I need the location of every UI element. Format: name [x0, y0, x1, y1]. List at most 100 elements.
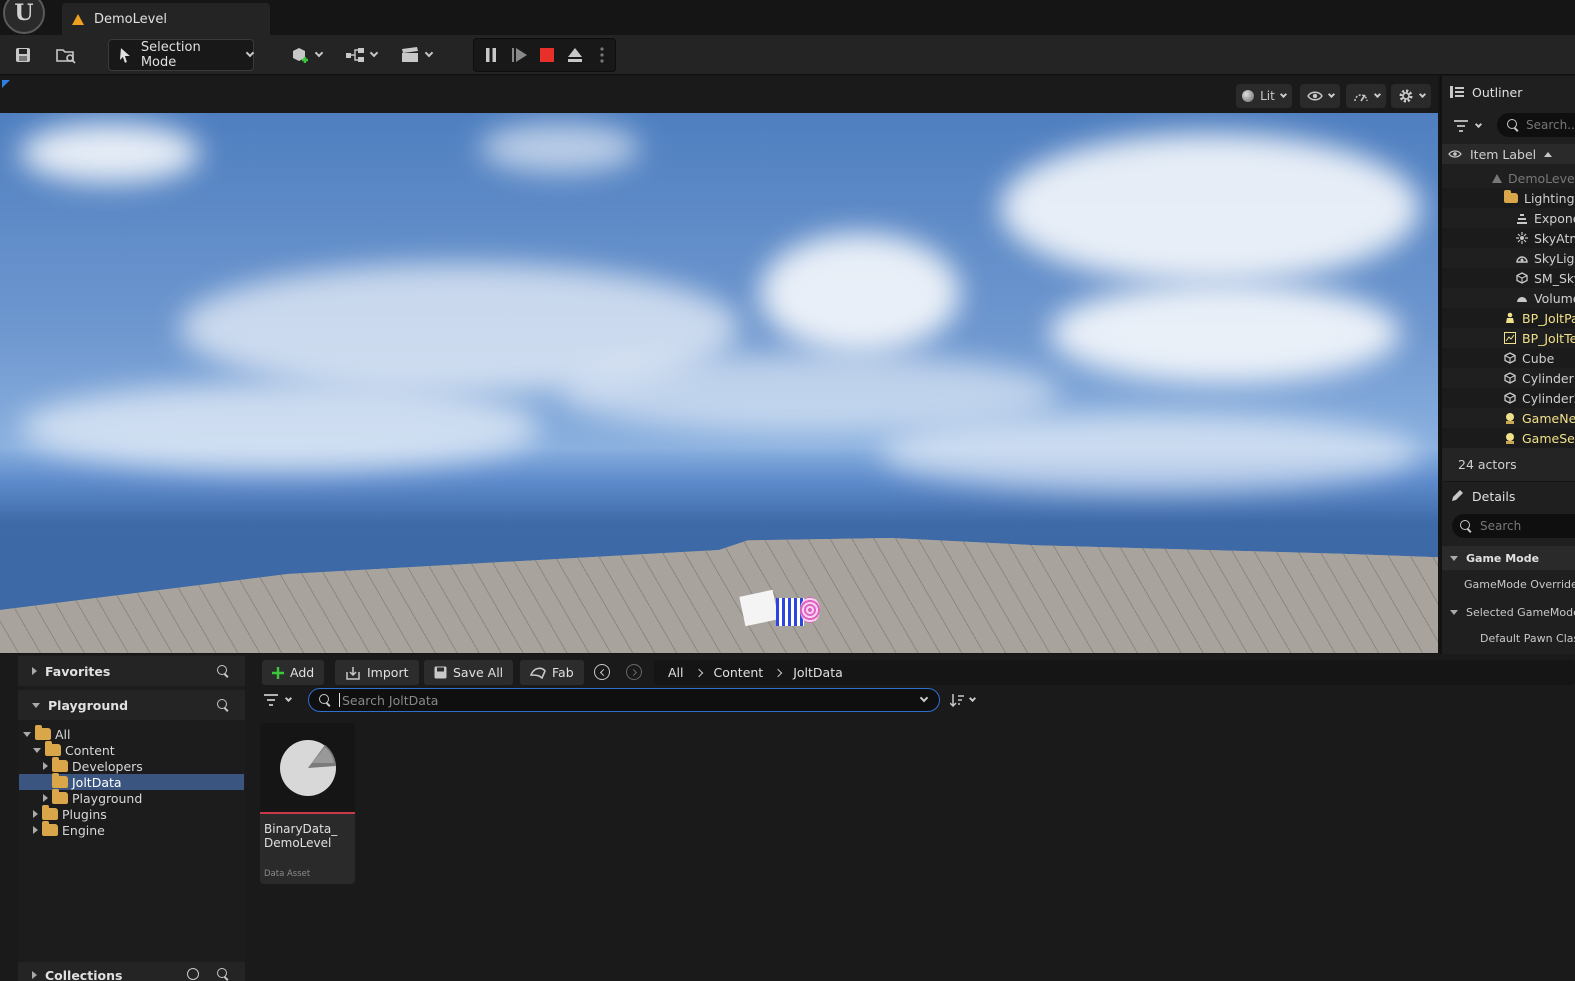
fab-button[interactable]: Fab	[520, 660, 584, 685]
folder-icon	[52, 789, 68, 804]
game-mode-section[interactable]: Game Mode	[1442, 546, 1575, 570]
favorites-section[interactable]: Favorites	[18, 656, 245, 686]
tree-item-playground[interactable]: Playground	[19, 789, 244, 806]
blueprint-button[interactable]	[342, 40, 380, 70]
cloud-shape	[20, 123, 200, 183]
history-back-icon[interactable]	[594, 664, 610, 680]
lit-view-mode-button[interactable]: Lit	[1236, 84, 1292, 108]
chevron-down-icon	[284, 694, 293, 702]
cloud-shape	[1050, 283, 1400, 383]
breadcrumb-all[interactable]: All	[668, 665, 684, 680]
selected-gamemode-section[interactable]: Selected GameMode	[1442, 600, 1575, 624]
pause-button[interactable]	[481, 40, 501, 70]
tree-item-engine[interactable]: Engine	[19, 821, 244, 838]
blueprint-icon	[346, 48, 364, 62]
add-button[interactable]: Add	[262, 660, 325, 685]
frame-skip-button[interactable]	[509, 40, 531, 70]
show-flags-button[interactable]	[1300, 84, 1340, 108]
outliner-search-input[interactable]: Search...	[1497, 113, 1575, 137]
eject-icon	[568, 48, 582, 62]
outliner-row[interactable]: GameSession	[1442, 428, 1575, 448]
cloud-shape	[880, 413, 1420, 493]
outliner-row[interactable]: Cylinder2	[1442, 388, 1575, 408]
pawn-wheel	[800, 597, 820, 623]
tree-item-all[interactable]: All	[19, 725, 244, 742]
skylight-icon	[1516, 256, 1528, 263]
cb-filter-button[interactable]	[264, 690, 298, 710]
lit-label: Lit	[1260, 89, 1275, 103]
outliner-row[interactable]: BP_JoltTerrain	[1442, 328, 1575, 348]
chevron-right-icon[interactable]	[773, 668, 783, 677]
details-search-input[interactable]: Search	[1452, 514, 1575, 538]
outliner-row[interactable]: ExponentialHeightFog	[1442, 208, 1575, 228]
save-all-button[interactable]: Save All	[424, 660, 514, 685]
content-search-input[interactable]: Search JoltData	[308, 688, 940, 712]
save-icon[interactable]	[10, 40, 36, 70]
breadcrumb: All Content JoltData	[654, 660, 1575, 685]
filter-icon	[264, 694, 278, 706]
asset-tile[interactable]: BinaryData_ DemoLevel Data Asset	[260, 723, 355, 884]
details-search-placeholder: Search	[1480, 519, 1522, 533]
cinematics-button[interactable]	[397, 40, 435, 70]
outliner-row[interactable]: GameNetworkManager	[1442, 408, 1575, 428]
search-icon[interactable]	[217, 665, 229, 677]
outliner-row[interactable]: SkyLight	[1442, 248, 1575, 268]
outliner-row[interactable]: Cube	[1442, 348, 1575, 368]
gamemode-override-label: GameMode Override	[1464, 577, 1575, 591]
viewport-header	[0, 76, 1438, 113]
playground-section[interactable]: Playground	[18, 690, 245, 720]
search-icon[interactable]	[217, 699, 229, 711]
breadcrumb-joltdata[interactable]: JoltData	[793, 665, 843, 680]
sort-ascending-icon	[1544, 151, 1553, 157]
folder-icon	[1504, 190, 1518, 203]
terrain-mesh	[0, 538, 1438, 653]
outliner-row[interactable]: VolumetricCloud	[1442, 288, 1575, 308]
outliner-row[interactable]: DemoLevel	[1442, 168, 1575, 188]
tree-item-plugins[interactable]: Plugins	[19, 805, 244, 822]
outliner-row[interactable]: SM_SkySphere	[1442, 268, 1575, 288]
stop-button[interactable]	[537, 40, 557, 70]
viewport-settings-button[interactable]	[1391, 84, 1431, 108]
tree-item-developers[interactable]: Developers	[19, 757, 244, 774]
performance-button[interactable]	[1346, 84, 1386, 108]
level-tab[interactable]: DemoLevel	[62, 3, 270, 35]
add-collection-icon[interactable]	[187, 968, 199, 980]
outliner-row[interactable]: BP_JoltPawn	[1442, 308, 1575, 328]
expand-arrow-icon	[43, 762, 48, 770]
sort-button[interactable]	[950, 690, 984, 710]
chevron-down-icon[interactable]	[919, 693, 929, 703]
viewport-corner-icon[interactable]	[2, 80, 10, 88]
pencil-icon	[1452, 490, 1463, 501]
outliner-row[interactable]: Cylinder	[1442, 368, 1575, 388]
outliner-row[interactable]: Lighting	[1442, 188, 1575, 208]
fog-icon	[1517, 214, 1527, 224]
eye-icon	[1448, 150, 1462, 158]
outliner-row[interactable]: SkyAtmosphere	[1442, 228, 1575, 248]
cloud-shape	[20, 383, 540, 473]
asset-thumbnail	[260, 723, 355, 813]
breadcrumb-content[interactable]: Content	[714, 665, 764, 680]
browse-content-icon[interactable]	[52, 40, 80, 70]
gear-icon	[1399, 89, 1412, 103]
chevron-down-icon	[1418, 90, 1426, 98]
search-icon	[1507, 119, 1519, 131]
level-viewport[interactable]	[0, 113, 1438, 653]
tree-item-joltdata[interactable]: JoltData	[19, 773, 244, 790]
search-icon[interactable]	[217, 968, 229, 980]
chevron-right-icon[interactable]	[694, 668, 703, 677]
mesh-icon	[1504, 372, 1516, 384]
expand-arrow-icon	[33, 826, 38, 834]
history-forward-icon[interactable]	[626, 664, 642, 680]
cloud-shape	[1000, 133, 1420, 283]
chevron-down-icon	[1327, 90, 1335, 98]
tree-item-content[interactable]: Content	[19, 741, 244, 758]
actor-icon	[1506, 413, 1514, 424]
add-actor-button[interactable]	[286, 40, 326, 70]
outliner-column-header[interactable]: Item Label	[1442, 144, 1575, 164]
outliner-filter-button[interactable]	[1454, 116, 1490, 136]
more-options-button[interactable]	[595, 40, 609, 70]
collections-section[interactable]: Collections	[18, 962, 245, 981]
import-button[interactable]: Import	[335, 660, 419, 685]
eject-button[interactable]	[564, 40, 586, 70]
selection-mode-dropdown[interactable]: Selection Mode	[108, 39, 255, 71]
